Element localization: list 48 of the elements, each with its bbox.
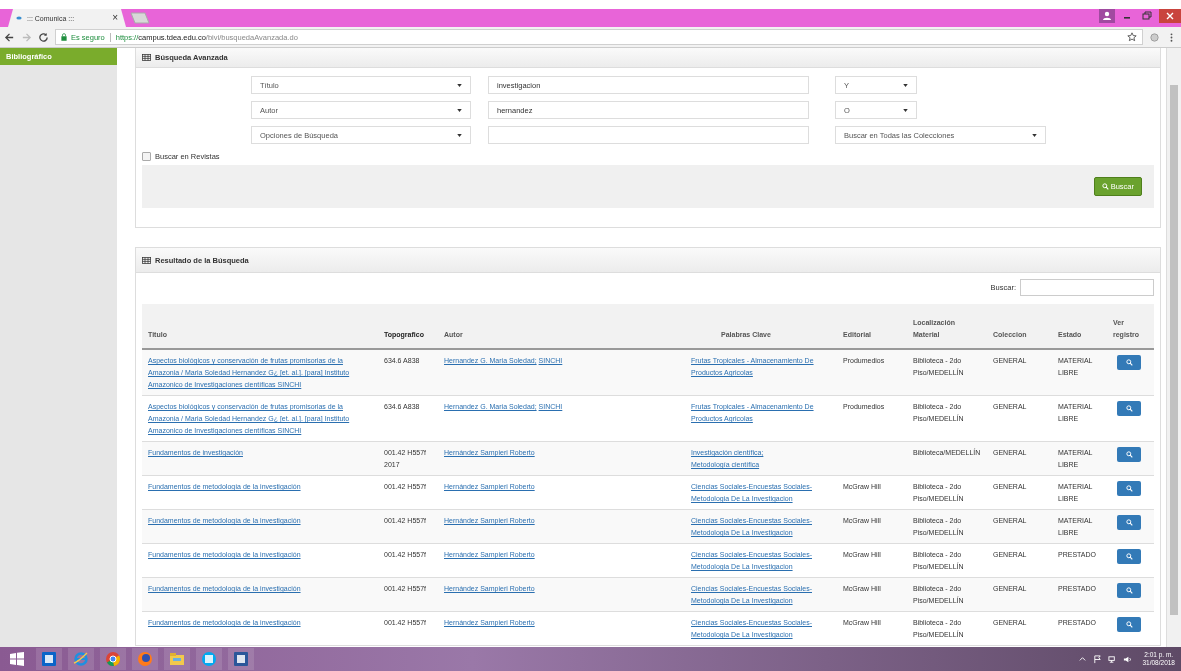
view-record-button[interactable] — [1117, 515, 1141, 530]
view-record-button[interactable] — [1117, 549, 1141, 564]
view-record-button[interactable] — [1117, 583, 1141, 598]
reload-icon[interactable] — [38, 31, 49, 43]
volume-icon[interactable] — [1123, 654, 1133, 664]
new-tab-button[interactable] — [130, 12, 150, 24]
search-icon — [1125, 451, 1133, 458]
caret-icon — [903, 83, 908, 87]
explorer-icon[interactable] — [164, 648, 190, 670]
forward-icon[interactable] — [21, 31, 32, 43]
search-icon — [1125, 553, 1133, 560]
search-icon — [1101, 183, 1109, 190]
close-tab-button[interactable]: × — [112, 13, 118, 23]
view-record-button[interactable] — [1117, 481, 1141, 496]
search-icon — [1125, 621, 1133, 628]
view-record-button[interactable] — [1117, 447, 1141, 462]
caret-icon — [457, 108, 462, 112]
caret-icon — [903, 108, 908, 112]
tray-up-icon[interactable] — [1078, 654, 1088, 664]
close-icon[interactable] — [1159, 9, 1181, 23]
network-icon[interactable] — [1108, 654, 1118, 664]
table-icon — [142, 54, 151, 61]
extension-icon[interactable] — [1149, 31, 1160, 43]
back-icon[interactable] — [4, 31, 15, 43]
search-icon — [1125, 587, 1133, 594]
caret-icon — [457, 133, 462, 137]
view-record-button[interactable] — [1117, 355, 1141, 370]
restore-icon[interactable] — [1139, 9, 1155, 23]
view-record-button[interactable] — [1117, 617, 1141, 632]
lock-icon — [61, 33, 67, 41]
search-icon — [1125, 519, 1133, 526]
scrollbar[interactable] — [1166, 48, 1181, 647]
favicon-icon — [16, 15, 22, 21]
filter-input[interactable] — [1020, 279, 1154, 296]
search-icon — [1125, 485, 1133, 492]
search-icon — [1125, 359, 1133, 366]
user-icon[interactable] — [1099, 9, 1115, 23]
windows-start-icon[interactable] — [10, 652, 24, 666]
table-icon — [142, 256, 151, 264]
caret-icon — [457, 83, 462, 87]
search-icon — [1125, 405, 1133, 412]
caret-icon — [1032, 133, 1037, 137]
view-record-button[interactable] — [1117, 401, 1141, 416]
star-icon[interactable] — [1127, 32, 1137, 42]
flag-icon[interactable] — [1093, 654, 1103, 664]
checkbox[interactable] — [142, 152, 151, 161]
chrome-icon[interactable] — [100, 648, 126, 670]
search-input[interactable] — [488, 126, 809, 144]
